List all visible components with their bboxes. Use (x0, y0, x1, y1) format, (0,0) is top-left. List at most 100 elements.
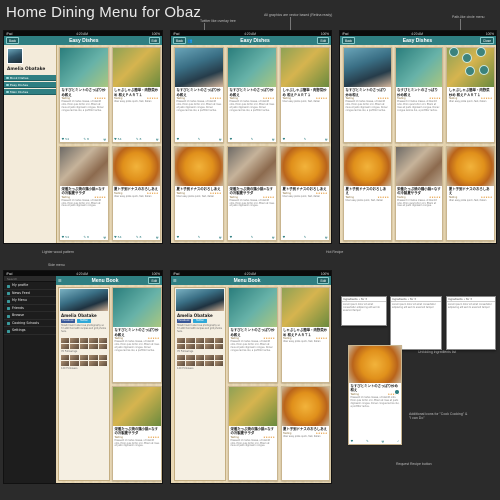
recipe-card[interactable]: なすびとミントのさっぱり炒め和え Tasting ★★★★★ Praesent i… (59, 47, 109, 143)
followings-label[interactable]: 70 Followings (61, 350, 77, 353)
recipe-card[interactable]: なすびとミントのさっぱり炒め和え Tasting ★★★★★ Praesent i… (174, 47, 224, 143)
recipe-card[interactable]: しゃぶしゃぶ簡単・肉野菜炒め 和えＰＡＲＴ１ Tasting ★★★★★ Uber… (280, 287, 330, 383)
avatar (7, 48, 23, 64)
comment-icon[interactable]: ✎ (304, 137, 307, 141)
like-icon[interactable]: ♥ (230, 137, 233, 141)
followers-label[interactable]: 120 Followers (61, 367, 78, 370)
recipe-card[interactable]: 夏ト子到ドナスのおろしあえ Tasting ★★★★★ Uber easy piz… (280, 145, 330, 241)
back-button[interactable]: Back (342, 37, 356, 44)
like-icon[interactable]: ♥ (351, 439, 354, 443)
like-icon[interactable]: ♥ (283, 137, 286, 141)
recipe-card[interactable]: 栄養たっぷ焼の鶏小鍋×なすの冷製夏サラダ Tasting ★★★★★ Praese… (112, 385, 162, 481)
twitter-button[interactable]: Twitter (193, 319, 207, 323)
followers-label[interactable]: 120 Followers (177, 367, 194, 370)
recipe-card[interactable]: 夏ト子到ドナスのおろしあえ Tasting ★★★★★ Uber easy piz… (343, 145, 392, 241)
request-recipe-button[interactable] (393, 389, 400, 396)
recipe-note: Uber easy pizza quick, fast, italian (114, 194, 152, 198)
like-icon[interactable]: ♥ (283, 235, 286, 239)
edit-button[interactable]: Edit (148, 37, 160, 44)
circle-menu-item[interactable] (449, 47, 459, 57)
like-icon[interactable]: ♥ (177, 137, 180, 141)
recipe-photo (229, 288, 277, 328)
edit-button[interactable]: Edit (317, 37, 329, 44)
recipe-card[interactable]: 栄養たっぷ焼の鶏小鍋×なすの冷製夏サラダ Tasting ★★★★★ Praese… (228, 385, 278, 481)
bowl-icon[interactable]: ◒ (156, 137, 159, 141)
comment-icon[interactable]: ✎ (251, 235, 254, 239)
recipe-card[interactable]: なすびとミントのさっぱり炒め和え Tasting ★★★★★ Praesent i… (228, 287, 278, 383)
comment-icon[interactable]: ✎ (251, 137, 254, 141)
circle-menu-item[interactable] (476, 47, 486, 57)
back-button[interactable]: Back (6, 37, 20, 44)
like-icon[interactable]: ♥ 54 (62, 137, 69, 141)
menu-item-my-profile[interactable]: My profile (4, 282, 56, 290)
recipe-card[interactable]: なすびとミントのさっぱり炒め和え Tasting ★★★★★ Praesent i… (112, 287, 162, 383)
comment-icon[interactable]: ✎ (366, 439, 369, 443)
menu-item-cooking-schools[interactable]: Cooking Schools (4, 320, 56, 327)
bowl-icon[interactable]: ◒ (103, 235, 106, 239)
avatar (176, 289, 224, 311)
recipe-description: Praesent id metus massa, ut blandit odio… (397, 100, 440, 112)
menu-icon[interactable]: ☰ (58, 278, 62, 283)
menu-item-settings[interactable]: Settings (4, 327, 56, 335)
bowl-icon[interactable]: ◒ (103, 137, 106, 141)
side-link-book-dishes[interactable]: Book Dishes (4, 75, 56, 81)
bowl-icon[interactable]: ◒ (272, 137, 275, 141)
side-link-easy-dishes[interactable]: Easy Dishes (4, 82, 56, 88)
recipe-title: なすびとミントのさっぱり炒め和え (61, 88, 106, 97)
menu-item-my-menu[interactable]: My Menu (4, 297, 56, 305)
recipe-card[interactable]: 栄養たっぷ焼の鶏小鍋×なすの冷製夏サラダ Tasting ★★★★★ Praese… (394, 145, 444, 241)
comment-icon[interactable]: ✎ (198, 235, 201, 239)
facebook-button[interactable]: Facebook (61, 319, 75, 323)
comment-icon[interactable]: ✎ 8 (136, 235, 141, 239)
recipe-card[interactable]: 夏ト子到ドナスのおろしあえ Tasting ★★★★★ Uber easy piz… (111, 145, 161, 241)
edit-button[interactable]: Edit (148, 277, 160, 284)
circle-menu-item[interactable] (465, 66, 475, 76)
comment-icon[interactable]: ✎ 8 (136, 137, 141, 141)
circle-menu-item[interactable] (462, 53, 472, 63)
recipe-card[interactable]: なすびとミントのさっぱり炒め和え Tasting ★★★★★ Praesent i… (343, 47, 392, 143)
like-icon[interactable]: ♥ (177, 235, 180, 239)
recipe-card[interactable]: なすびとミントのさっぱり炒め和え Tasting ★★★★★ Praesent i… (227, 47, 277, 143)
comment-icon[interactable]: ✎ 8 (83, 235, 88, 239)
facebook-button[interactable]: Facebook (177, 319, 191, 323)
circle-menu-item[interactable] (479, 65, 489, 75)
comment-icon[interactable]: ✎ (198, 137, 201, 141)
bowl-icon[interactable]: ◒ (325, 137, 328, 141)
menu-item-news-feed[interactable]: News Feed (4, 290, 56, 297)
bowl-icon[interactable]: ◒ (219, 137, 222, 141)
bowl-icon[interactable]: ◒ (325, 235, 328, 239)
comment-icon[interactable]: ✎ 8 (83, 137, 88, 141)
comment-icon[interactable]: ✎ (304, 235, 307, 239)
recipe-card[interactable]: しゃぶしゃぶ簡単・肉野菜炒め 和えＰＡＲＴ１ Tasting ★★★★★ Uber… (111, 47, 161, 143)
menu-item-friends[interactable]: Friends (4, 305, 56, 312)
edit-button[interactable]: Edit (317, 277, 329, 284)
profile-panel: Amelia Obatake Book Dishes Easy Dishes M… (4, 45, 57, 243)
like-icon[interactable]: ♥ 54 (114, 137, 121, 141)
bowl-icon[interactable]: ◒ (156, 235, 159, 239)
bowl-icon[interactable]: ◒ (272, 235, 275, 239)
like-icon[interactable]: ♥ 54 (62, 235, 69, 239)
annotation-request-button: Request Recipe button (396, 462, 432, 466)
recipe-title: なすびとミントのさっぱり炒め和え (345, 88, 387, 97)
side-link-main-dishes[interactable]: Main Dishes (4, 89, 56, 95)
recipe-card[interactable]: 夏ト子到ドナスのおろしあえ Tasting ★★★★★ Uber easy piz… (174, 145, 224, 241)
recipe-card[interactable]: 夏ト子到ドナスのおろしあえ Tasting ★★★★★ Uber easy piz… (280, 385, 330, 481)
close-button[interactable]: Close (479, 37, 494, 44)
bowl-icon[interactable]: ◒ (219, 235, 222, 239)
recipe-card[interactable]: 栄養たっぷ焼の鶏小鍋×なすの冷製夏サラダ Tasting ★★★★★ Praese… (59, 145, 109, 241)
menu-item-browse[interactable]: Browse (4, 312, 56, 320)
back-button[interactable]: Back (173, 37, 187, 44)
recipe-detail-card[interactable]: なすびとミントのさっぱり炒め和え Tasting ★★★★★ Praesent i… (348, 345, 402, 445)
cook-icon[interactable]: ◒ (381, 439, 384, 443)
recipe-card[interactable]: しゃぶしゃぶ簡単・肉野菜炒め 和えＰＡＲＴ１ Tasting ★★★★★ Uber… (280, 47, 330, 143)
twitter-button[interactable]: Twitter (77, 319, 91, 323)
like-icon[interactable]: ♥ 54 (114, 235, 121, 239)
menu-icon[interactable]: ☰ (173, 278, 177, 283)
recipe-card[interactable]: 夏ト子到ドナスのおろしあえ Tasting ★★★★★ Uber easy piz… (446, 145, 495, 241)
like-icon[interactable]: ♥ (230, 235, 233, 239)
followings-label[interactable]: 70 Followings (177, 350, 193, 353)
people-icon[interactable]: 👥 (188, 38, 193, 43)
recipe-card[interactable]: 栄養たっぷ焼の鶏小鍋×なすの冷製夏サラダ Tasting ★★★★★ Praese… (227, 145, 277, 241)
can-do-icon[interactable]: ✓ (397, 439, 400, 443)
recipe-card[interactable]: なすびとミントのさっぱり炒め和え Tasting ★★★★★ Praesent i… (394, 47, 444, 143)
